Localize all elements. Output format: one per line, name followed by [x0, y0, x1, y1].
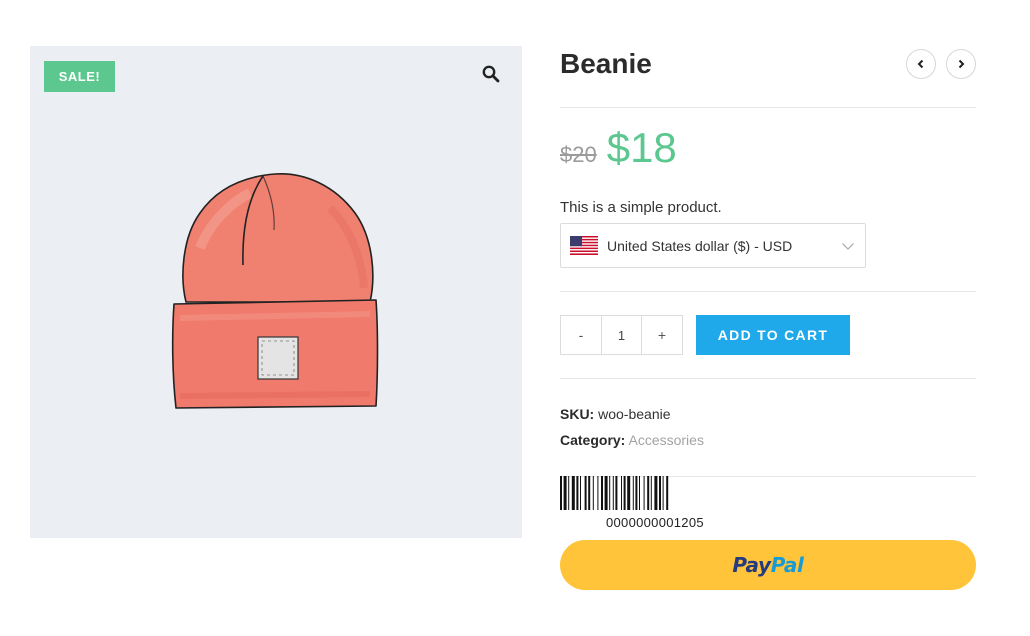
product-gallery: SALE! [30, 46, 522, 538]
sku-label: SKU: [560, 406, 595, 422]
barcode-bar [571, 476, 575, 510]
category-row: Category: Accessories [560, 432, 704, 448]
barcode-bar [560, 476, 562, 510]
barcode-bar [615, 476, 618, 510]
barcode-bar [580, 476, 581, 510]
barcode-bar [643, 476, 645, 510]
barcode-bar [623, 476, 626, 510]
zoom-button[interactable] [476, 59, 506, 89]
sale-price: $18 [606, 124, 677, 171]
barcode-bar [666, 476, 669, 510]
barcode-bar [621, 476, 622, 510]
paypal-button[interactable]: PayPal [560, 540, 976, 590]
chevron-down-icon [842, 243, 854, 250]
category-label: Category: [560, 432, 626, 448]
sku-row: SKU: woo-beanie [560, 406, 671, 422]
barcode-bar [632, 476, 634, 510]
paypal-logo: PayPal [732, 553, 804, 577]
magnifier-icon [482, 65, 500, 83]
barcode-bar [592, 476, 594, 510]
barcode-bar [635, 476, 638, 510]
barcode-bar [662, 476, 664, 510]
currency-selector[interactable]: United States dollar ($) - USD [560, 223, 866, 268]
short-description: This is a simple product. [560, 199, 722, 216]
chevron-right-icon [958, 59, 965, 69]
barcode-bar [604, 476, 608, 510]
barcode-bar [563, 476, 567, 510]
currency-value: United States dollar ($) - USD [607, 237, 793, 254]
paypal-logo-pay: Pay [732, 553, 771, 577]
add-to-cart-button[interactable]: ADD TO CART [696, 315, 850, 355]
prev-product-button[interactable] [906, 49, 936, 79]
barcode-number: 0000000001205 [606, 515, 704, 530]
quantity-stepper: - + [560, 315, 683, 355]
old-price: $20 [560, 142, 597, 167]
barcode-bar [659, 476, 661, 510]
quantity-input[interactable] [601, 316, 642, 354]
next-product-button[interactable] [946, 49, 976, 79]
beanie-image[interactable] [170, 168, 380, 418]
barcode-bar [568, 476, 570, 510]
us-flag-icon [570, 236, 598, 255]
sku-value: woo-beanie [598, 406, 671, 422]
barcode-image [560, 476, 669, 510]
barcode-bar [609, 476, 611, 510]
barcode-bar [612, 476, 614, 510]
barcode-bar [647, 476, 650, 510]
barcode-bar [639, 476, 640, 510]
chevron-left-icon [917, 59, 924, 69]
barcode-bar [601, 476, 603, 510]
decrease-quantity-button[interactable]: - [561, 316, 601, 354]
barcode-bar [654, 476, 658, 510]
barcode-bar [584, 476, 587, 510]
barcode-bar [588, 476, 591, 510]
category-link[interactable]: Accessories [628, 432, 703, 448]
increase-quantity-button[interactable]: + [642, 316, 682, 354]
barcode-bar [576, 476, 579, 510]
product-title: Beanie [560, 48, 652, 79]
barcode-bar [650, 476, 652, 510]
paypal-logo-pal: Pal [770, 553, 804, 577]
price-row: $20 $18 [560, 124, 677, 174]
sale-badge: SALE! [44, 61, 115, 92]
divider [560, 291, 976, 292]
barcode-bar [627, 476, 631, 510]
barcode-bar [597, 476, 599, 510]
divider [560, 378, 976, 379]
divider [560, 107, 976, 108]
